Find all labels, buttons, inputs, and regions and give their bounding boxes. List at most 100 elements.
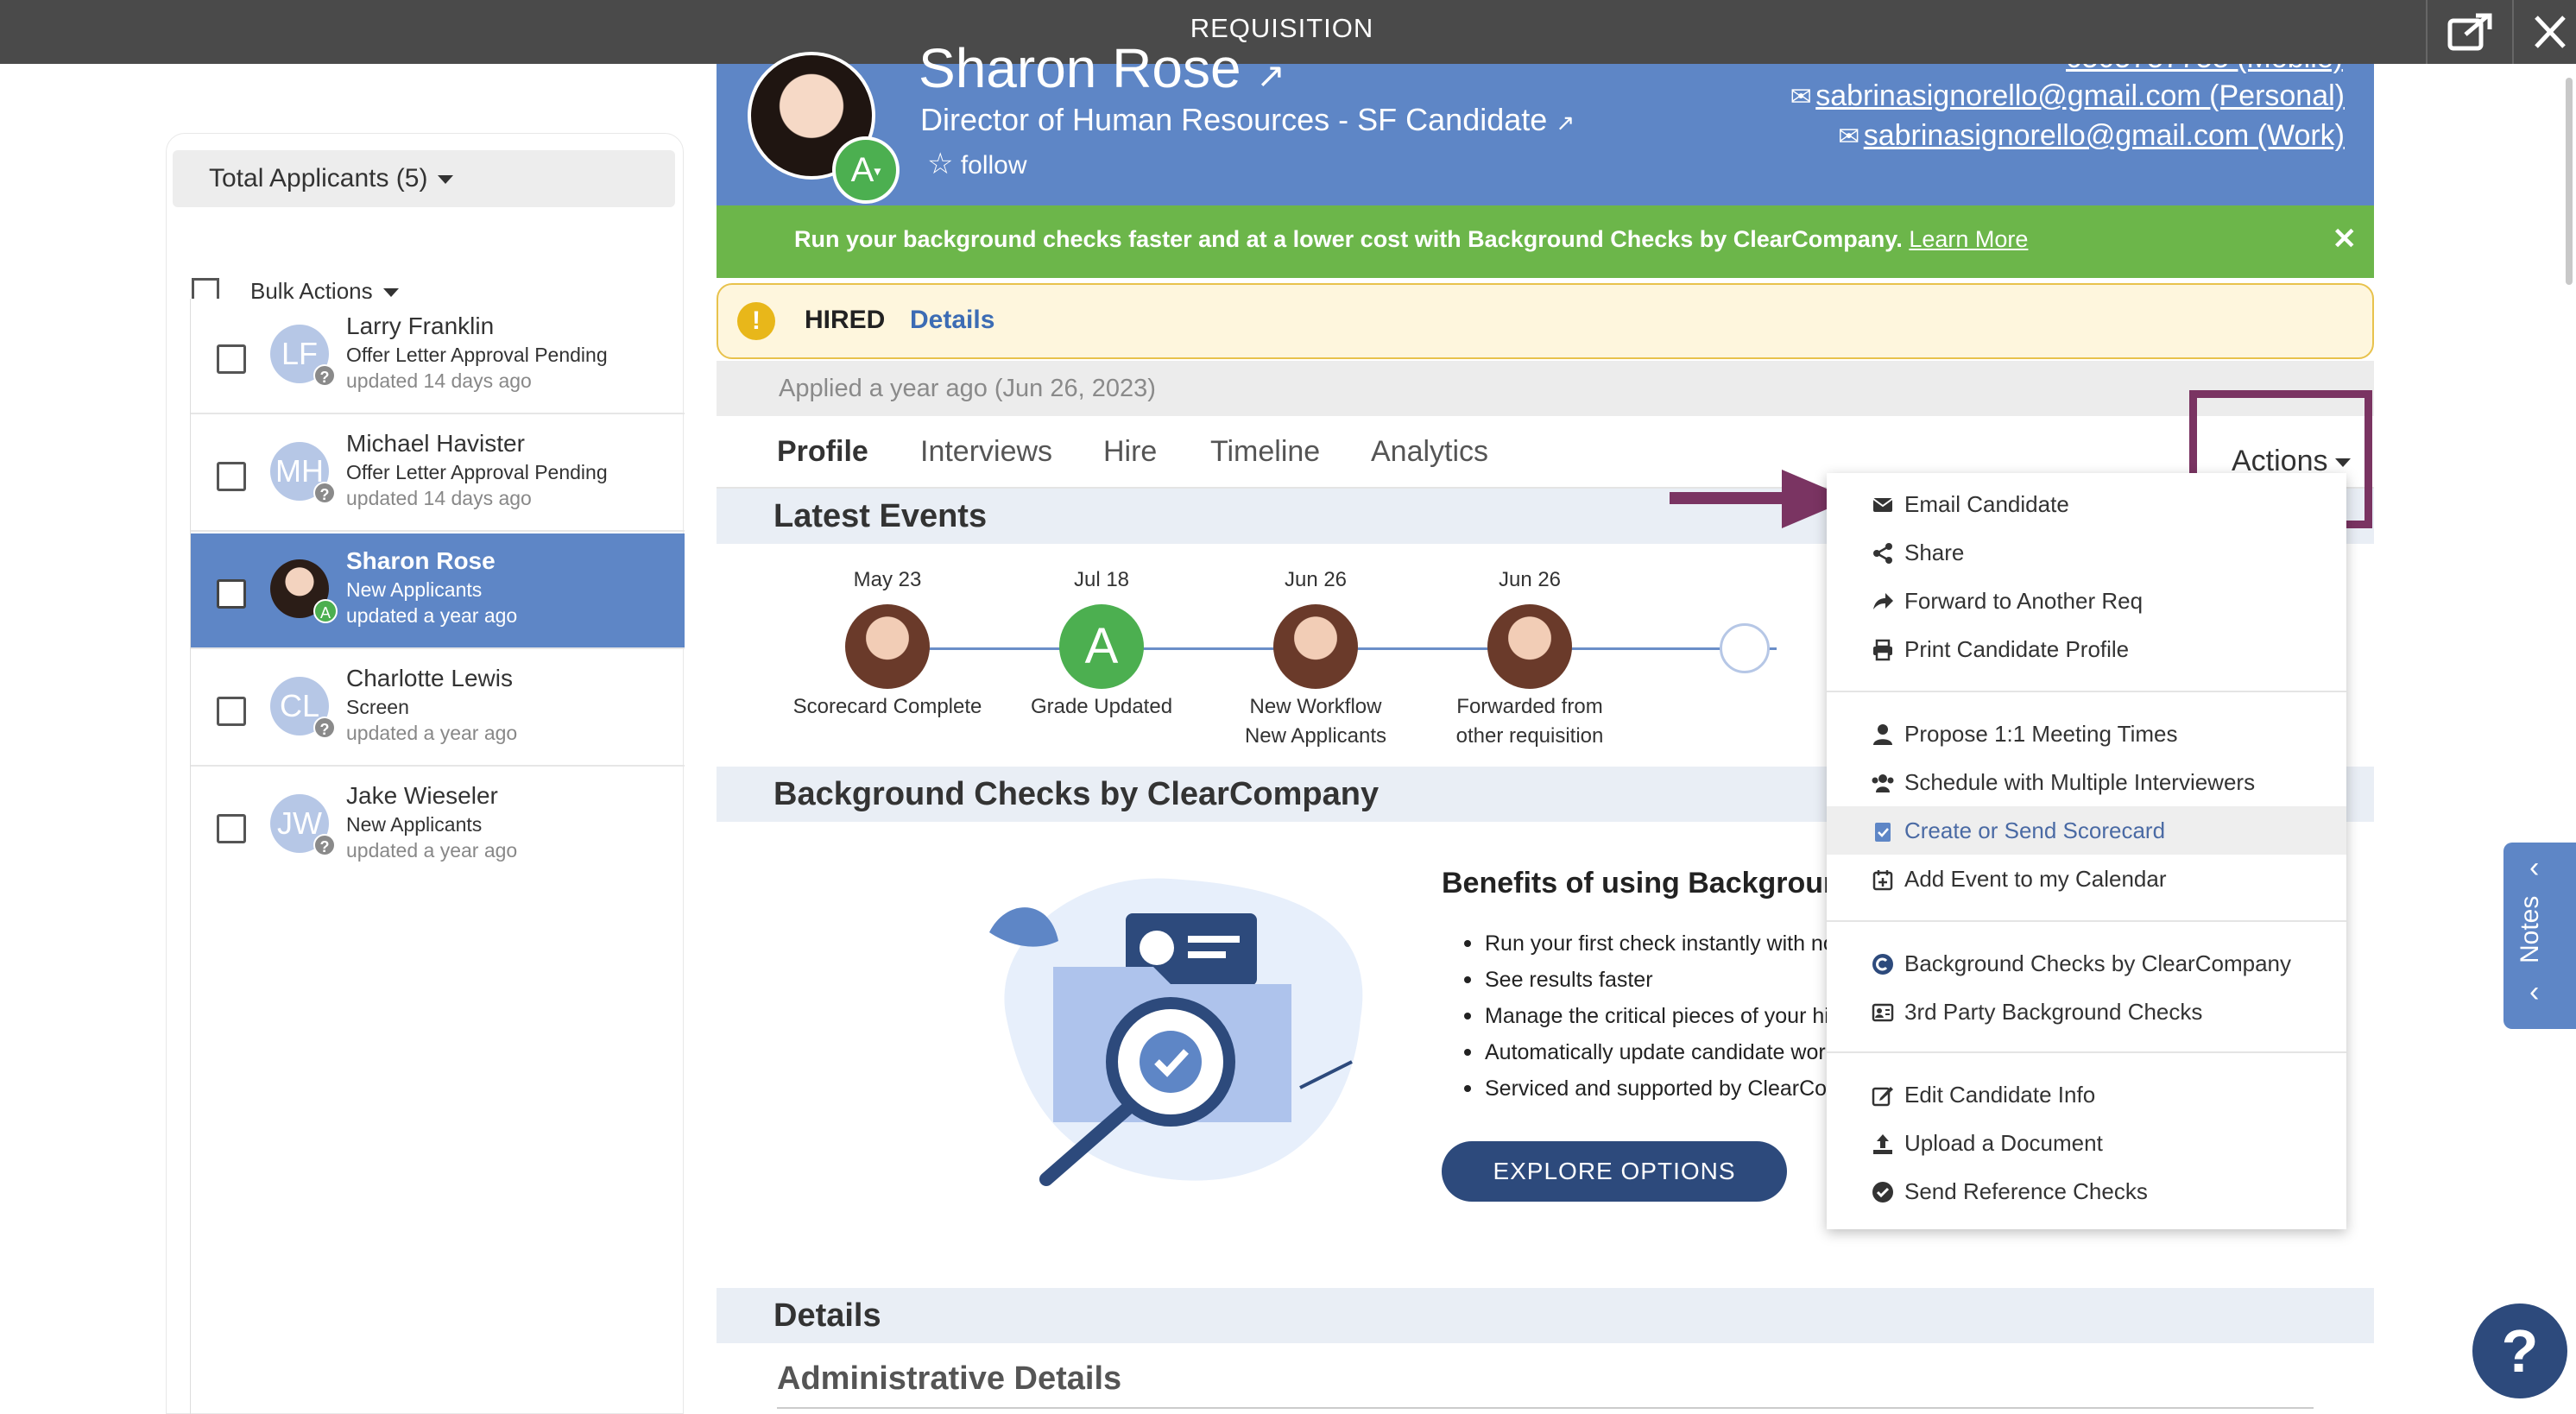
tab-hire[interactable]: Hire	[1103, 435, 1157, 469]
close-icon[interactable]: ✕	[2333, 205, 2358, 273]
share-icon	[1873, 543, 1892, 564]
applicant-updated: updated a year ago	[346, 722, 518, 744]
total-applicants-dropdown[interactable]: Total Applicants (5)	[173, 150, 675, 207]
menu-item-label: Send Reference Checks	[1904, 1178, 2148, 1204]
follow-label: follow	[960, 151, 1027, 180]
applicant-checkbox[interactable]	[217, 344, 246, 374]
caret-down-icon: ▾	[874, 164, 881, 180]
menu-item-background-checks[interactable]: Background Checks by ClearCompany	[1827, 939, 2346, 988]
popout-button[interactable]	[2426, 0, 2512, 64]
candidate-title[interactable]: Director of Human Resources - SF Candida…	[920, 102, 1575, 138]
benefit-item: Manage the critical pieces of your hirin…	[1464, 998, 1827, 1034]
menu-item-scorecard[interactable]: Create or Send Scorecard	[1827, 806, 2346, 855]
benefit-item: Serviced and supported by ClearCompany	[1464, 1070, 1827, 1107]
menu-item-share[interactable]: Share	[1827, 528, 2346, 577]
applicant-row[interactable]: CL ? Charlotte Lewis Screen updated a ye…	[191, 651, 685, 767]
promo-text: Run your background checks faster and at…	[794, 226, 1903, 252]
background-check-illustration	[989, 878, 1363, 1186]
notes-tab[interactable]: ‹ Notes ‹	[2503, 843, 2576, 1029]
menu-item-label: Create or Send Scorecard	[1904, 817, 2166, 843]
promo-banner: Run your background checks faster and at…	[717, 205, 2374, 278]
applicant-status: New Applicants	[346, 578, 483, 601]
calendar-icon	[1872, 870, 1893, 891]
applicant-status: Offer Letter Approval Pending	[346, 461, 608, 483]
event-date: Jun 26	[1284, 568, 1348, 591]
menu-item-reference-checks[interactable]: Send Reference Checks	[1827, 1167, 2346, 1215]
print-icon	[1873, 639, 1892, 661]
explore-options-button[interactable]: EXPLORE OPTIONS	[1442, 1141, 1787, 1202]
menu-item-print[interactable]: Print Candidate Profile	[1827, 625, 2346, 673]
applicant-checkbox[interactable]	[217, 814, 246, 843]
tab-timeline[interactable]: Timeline	[1210, 435, 1320, 469]
status-badge: ?	[313, 482, 336, 504]
menu-item-propose-meeting[interactable]: Propose 1:1 Meeting Times	[1827, 710, 2346, 758]
caret-down-icon	[2334, 458, 2351, 468]
caret-down-icon	[382, 288, 399, 298]
candidate-name-text: Sharon Rose	[919, 37, 1241, 99]
phone-link[interactable]: 6505757758 (Mobile)	[2066, 64, 2343, 76]
applicant-checkbox[interactable]	[217, 697, 246, 726]
bulk-checkbox[interactable]	[192, 278, 219, 299]
email-work-text: sabrinasignorello@gmail.com (Work)	[1863, 119, 2345, 152]
applied-date: Applied a year ago (Jun 26, 2023)	[717, 361, 2374, 416]
benefits-title: Benefits of using Background Checks by C…	[1442, 867, 1827, 900]
status-badge: ?	[313, 716, 336, 739]
email-work-link[interactable]: ✉ sabrinasignorello@gmail.com (Work)	[1838, 119, 2345, 153]
scrollbar[interactable]	[2566, 78, 2573, 285]
applicant-name: Larry Franklin	[346, 312, 495, 339]
check-circle-icon	[1872, 1182, 1893, 1203]
notes-label: Notes	[2516, 895, 2544, 963]
applicant-row[interactable]: MH ? Michael Havister Offer Letter Appro…	[191, 416, 685, 532]
applicant-row[interactable]: JW ? Jake Wieseler New Applicants update…	[191, 768, 685, 884]
envelope-icon	[1872, 498, 1893, 512]
bulk-actions-label: Bulk Actions	[250, 278, 373, 299]
menu-item-schedule-multiple[interactable]: Schedule with Multiple Interviewers	[1827, 758, 2346, 806]
candidate-title-text: Director of Human Resources - SF Candida…	[920, 102, 1548, 137]
event-label-2: New Applicants	[1244, 724, 1387, 748]
tab-interviews[interactable]: Interviews	[920, 435, 1052, 469]
menu-item-forward[interactable]: Forward to Another Req	[1827, 577, 2346, 625]
candidate-name[interactable]: Sharon Rose ↗	[919, 36, 1285, 104]
event-date: Jul 18	[1073, 568, 1130, 591]
menu-item-label: Add Event to my Calendar	[1904, 866, 2167, 892]
learn-more-link[interactable]: Learn More	[1909, 226, 2028, 252]
bulk-actions[interactable]: Bulk Actions	[192, 278, 399, 299]
benefit-item: Run your first check instantly with no s…	[1464, 925, 1827, 962]
window-titlebar: REQUISITION	[0, 0, 2576, 64]
applicant-updated: updated 14 days ago	[346, 369, 532, 392]
timeline: May 23 Scorecard Complete Jul 18 A Grade…	[717, 544, 1830, 767]
menu-divider	[1827, 920, 2346, 922]
forward-icon	[1873, 593, 1893, 609]
envelope-icon: ✉	[1790, 83, 1812, 111]
close-button[interactable]	[2512, 0, 2576, 64]
applicant-checkbox[interactable]	[217, 462, 246, 491]
tab-analytics[interactable]: Analytics	[1371, 435, 1488, 469]
details-link[interactable]: Details	[910, 306, 994, 335]
external-link-icon	[2447, 13, 2492, 51]
applicant-row-selected[interactable]: A Sharon Rose New Applicants updated a y…	[191, 533, 685, 649]
menu-item-label: Upload a Document	[1904, 1130, 2103, 1156]
tab-profile[interactable]: Profile	[777, 435, 868, 469]
menu-item-add-event[interactable]: Add Event to my Calendar	[1827, 855, 2346, 903]
administrative-details-title: Administrative Details	[777, 1360, 1122, 1397]
menu-item-email-candidate[interactable]: Email Candidate	[1827, 480, 2346, 528]
grade-dropdown[interactable]: A▾	[832, 136, 900, 204]
applicant-checkbox[interactable]	[217, 579, 246, 609]
clearcompany-icon	[1872, 954, 1893, 975]
menu-item-edit-info[interactable]: Edit Candidate Info	[1827, 1070, 2346, 1119]
menu-item-3rd-party-checks[interactable]: 3rd Party Background Checks	[1827, 988, 2346, 1036]
follow-button[interactable]: ☆ follow	[927, 147, 1027, 181]
event-avatar	[845, 604, 930, 689]
applicant-name: Michael Havister	[346, 430, 525, 457]
person-icon	[1873, 724, 1892, 745]
hired-status-bar: ! HIRED Details	[717, 283, 2374, 359]
help-button[interactable]: ?	[2472, 1304, 2567, 1398]
email-personal-link[interactable]: ✉ sabrinasignorello@gmail.com (Personal)	[1790, 79, 2345, 113]
status-label: HIRED	[805, 306, 886, 334]
applicant-row[interactable]: LF ? Larry Franklin Offer Letter Approva…	[191, 299, 685, 414]
applicant-name: Charlotte Lewis	[346, 665, 513, 691]
star-icon: ☆	[927, 148, 954, 180]
menu-item-label: 3rd Party Background Checks	[1904, 999, 2203, 1025]
actions-menu: Email Candidate Share Forward to Another…	[1827, 473, 2346, 1229]
menu-item-upload-document[interactable]: Upload a Document	[1827, 1119, 2346, 1167]
